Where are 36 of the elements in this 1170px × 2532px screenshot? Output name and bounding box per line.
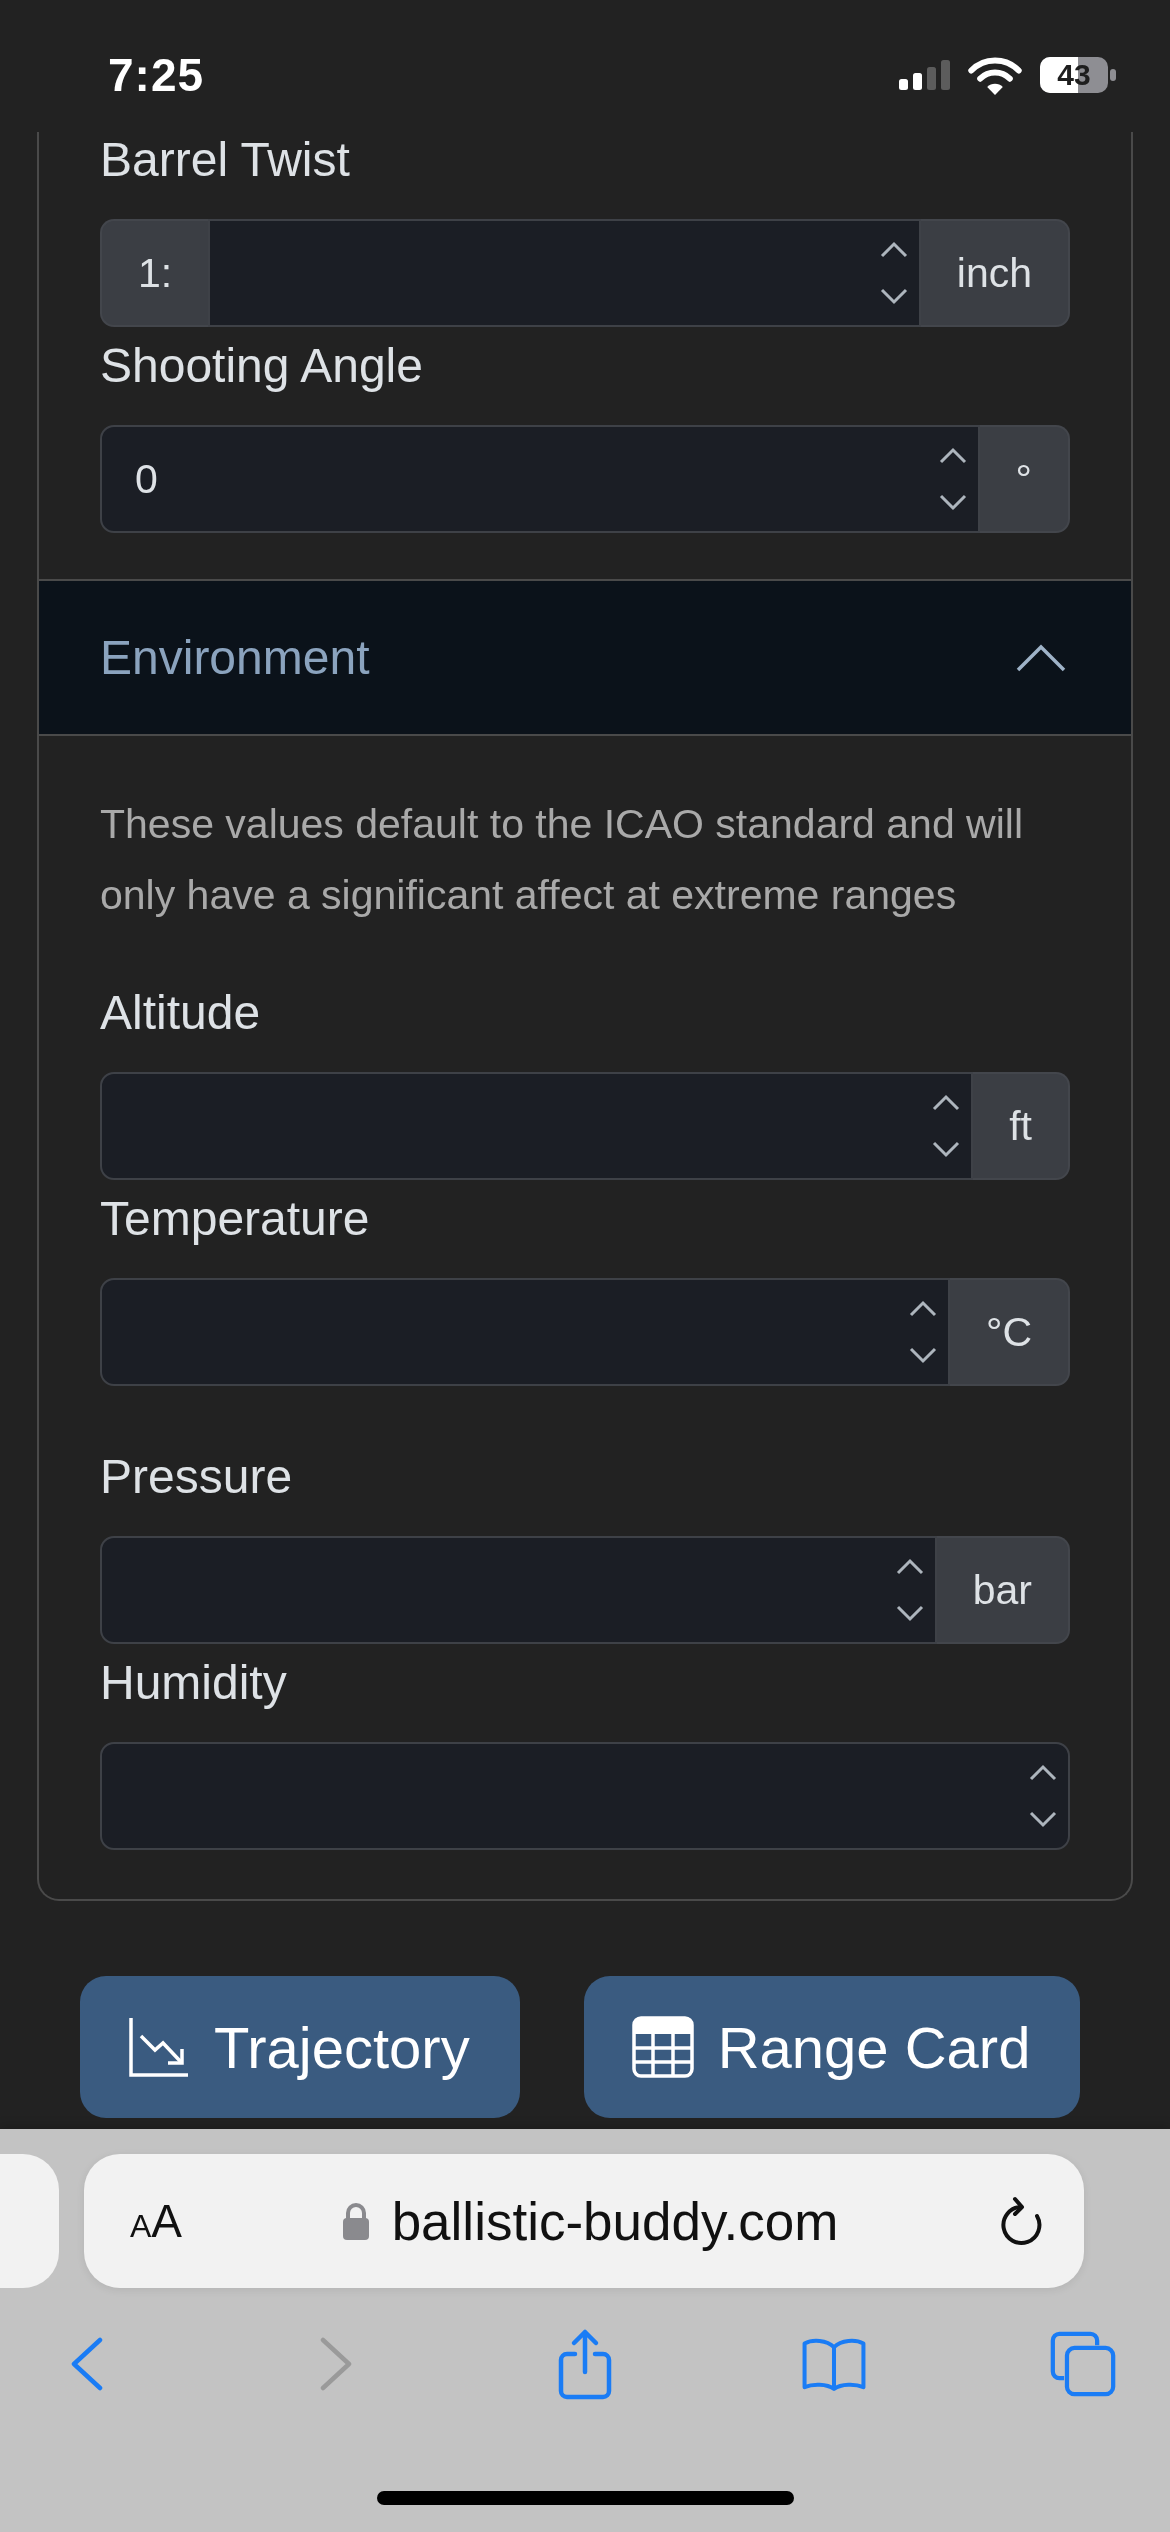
unit-label: ° xyxy=(979,425,1070,533)
number-input[interactable] xyxy=(100,1742,1070,1850)
text-size-button[interactable]: AA xyxy=(130,2194,183,2248)
number-input[interactable] xyxy=(208,219,921,327)
field-label: Temperature xyxy=(100,1191,371,1247)
signal-icon xyxy=(899,60,950,90)
unit-label: bar xyxy=(936,1536,1070,1644)
battery-indicator: 43 xyxy=(1040,57,1116,93)
unit-label: °C xyxy=(950,1278,1070,1386)
status-time: 7:25 xyxy=(108,48,205,102)
number-input[interactable] xyxy=(100,1072,974,1180)
prefix-label: 1: xyxy=(100,219,209,327)
action-button[interactable]: Range Card xyxy=(583,1976,1081,2118)
number-input[interactable] xyxy=(100,1278,950,1386)
field-label: Humidity xyxy=(100,1655,288,1711)
unit-label: inch xyxy=(920,219,1070,327)
url-text: ballistic-buddy.com xyxy=(391,2190,839,2252)
field-label: Altitude xyxy=(100,985,262,1041)
adjacent-tab-card[interactable] xyxy=(0,2154,59,2288)
number-input[interactable]: 0 xyxy=(100,425,980,533)
field-label: Barrel Twist xyxy=(100,132,351,188)
address-bar[interactable]: AA ballistic-buddy.com xyxy=(84,2154,1084,2288)
reload-icon[interactable] xyxy=(998,2196,1044,2246)
field-label: Shooting Angle xyxy=(100,338,424,394)
table-icon xyxy=(631,2016,694,2078)
wifi-icon xyxy=(966,54,1024,96)
info-text: These values default to the ICAO standard and will only have a significant affect at extreme ranges xyxy=(100,800,1025,920)
tabs-icon[interactable] xyxy=(1050,2329,1116,2399)
lock-icon xyxy=(341,2202,370,2240)
share-icon[interactable] xyxy=(556,2328,614,2400)
unit-label: ft xyxy=(973,1072,1070,1180)
accordion-header[interactable]: Environment xyxy=(39,581,1131,736)
field-label: Pressure xyxy=(100,1449,294,1505)
back-icon[interactable] xyxy=(70,2337,104,2391)
number-input[interactable] xyxy=(100,1536,937,1644)
action-button[interactable]: Trajectory xyxy=(80,1976,520,2118)
